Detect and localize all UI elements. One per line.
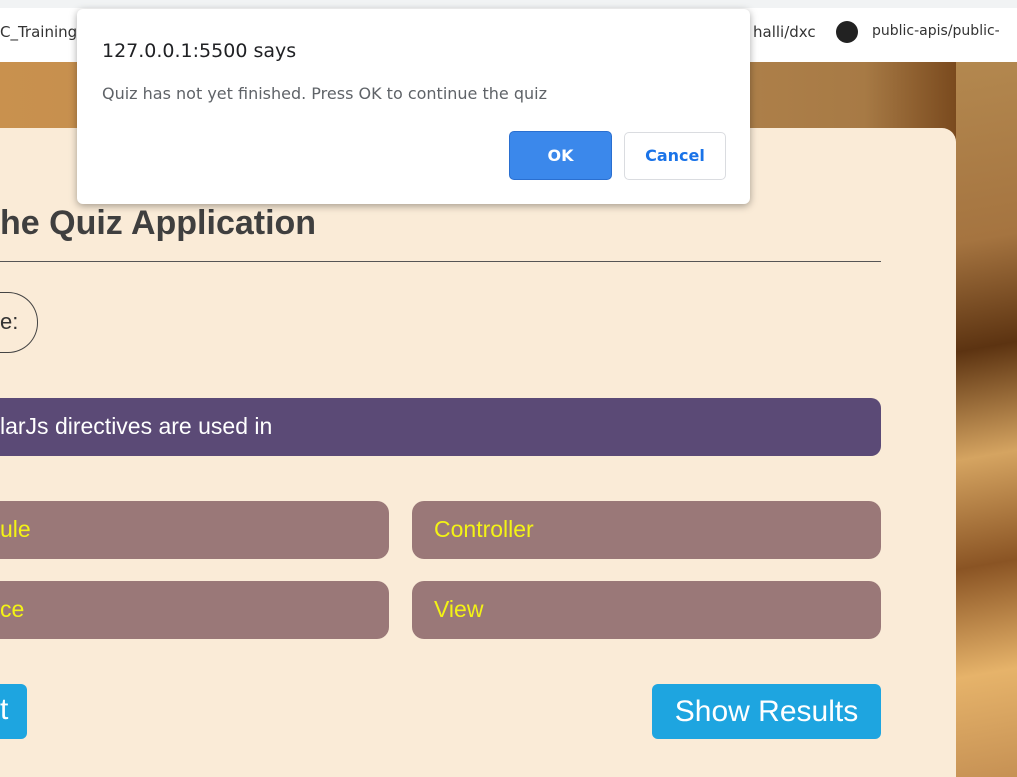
dialog-heading: 127.0.0.1:5500 says: [102, 40, 297, 62]
divider: [0, 261, 881, 262]
previous-button[interactable]: t: [0, 684, 27, 739]
cancel-button[interactable]: Cancel: [624, 132, 726, 180]
background-image: [956, 62, 1017, 777]
question: larJs directives are used in: [0, 398, 881, 456]
page-title: he Quiz Application: [0, 204, 317, 242]
ok-button[interactable]: OK: [509, 131, 612, 180]
bookmark[interactable]: C_Training_: [0, 23, 85, 41]
option-4[interactable]: View: [412, 581, 881, 639]
bookmark[interactable]: halli/dxc: [753, 23, 816, 41]
github-icon: [836, 21, 858, 43]
alert-dialog: 127.0.0.1:5500 says Quiz has not yet fin…: [77, 9, 750, 204]
option-3[interactable]: ce: [0, 581, 389, 639]
show-results-button[interactable]: Show Results: [652, 684, 881, 739]
dialog-message: Quiz has not yet finished. Press OK to c…: [102, 84, 547, 103]
option-1[interactable]: ule: [0, 501, 389, 559]
option-2[interactable]: Controller: [412, 501, 881, 559]
bookmark[interactable]: public-apis/public-: [872, 23, 1000, 39]
